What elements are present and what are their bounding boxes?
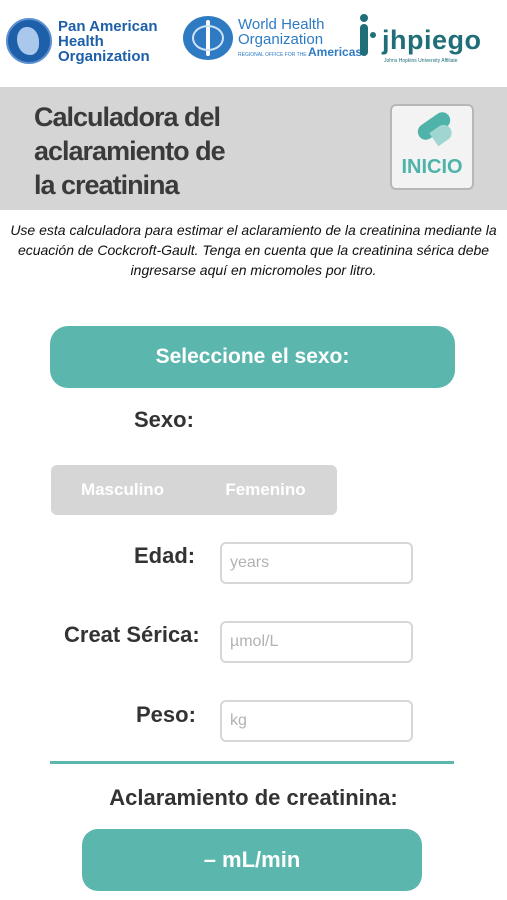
title-line: Calculadora del — [34, 102, 221, 132]
description-text: Use esta calculadora para estimar el acl… — [10, 222, 497, 278]
weight-label: Peso: — [136, 702, 196, 727]
jhpiego-logo: jhpiego Johns Hopkins University Affilia… — [352, 14, 482, 64]
paho-line3: Organization — [58, 47, 150, 65]
who-line1: World Health — [238, 16, 325, 33]
who-emblem-icon — [183, 16, 233, 60]
serum-creatinine-label: Creat Sérica: — [64, 622, 200, 647]
page-title: Calculadora del aclaramiento de la creat… — [34, 100, 254, 202]
sex-option-male[interactable]: Masculino — [51, 465, 194, 515]
sex-label: Sexo: — [134, 407, 194, 432]
result-value: – mL/min — [82, 829, 422, 891]
home-button-label: INICIO — [401, 156, 463, 178]
page-header: Calculadora del aclaramiento de la creat… — [0, 87, 507, 210]
select-sex-button[interactable]: Seleccione el sexo: — [50, 326, 455, 388]
weight-input[interactable] — [220, 700, 413, 742]
title-line: aclaramiento de — [34, 136, 226, 166]
sex-toggle: Masculino Femenino — [51, 465, 337, 515]
jhpiego-mark-icon — [352, 14, 376, 66]
paho-line2: Health — [58, 32, 104, 50]
who-logo: World Health Organization REGIONAL OFFIC… — [183, 16, 362, 60]
home-button[interactable]: INICIO — [390, 104, 474, 190]
jhpiego-word: jhpiego — [382, 24, 482, 55]
paho-logo: Pan American Health Organization — [6, 18, 158, 64]
age-label: Edad: — [134, 543, 196, 568]
sex-option-female[interactable]: Femenino — [194, 465, 337, 515]
age-input[interactable] — [220, 542, 413, 584]
divider — [50, 761, 454, 764]
who-sub: REGIONAL OFFICE FOR THE — [238, 52, 307, 58]
result-label: Aclaramiento de creatinina: — [109, 785, 398, 810]
serum-creatinine-input[interactable] — [220, 621, 413, 663]
globe-icon — [6, 18, 52, 64]
paho-line1: Pan American — [58, 17, 158, 35]
title-line: la creatinina — [34, 170, 180, 200]
jhpiego-affiliate: Johns Hopkins University Affiliate — [384, 58, 458, 64]
logo-bar: Pan American Health Organization World H… — [0, 0, 507, 86]
